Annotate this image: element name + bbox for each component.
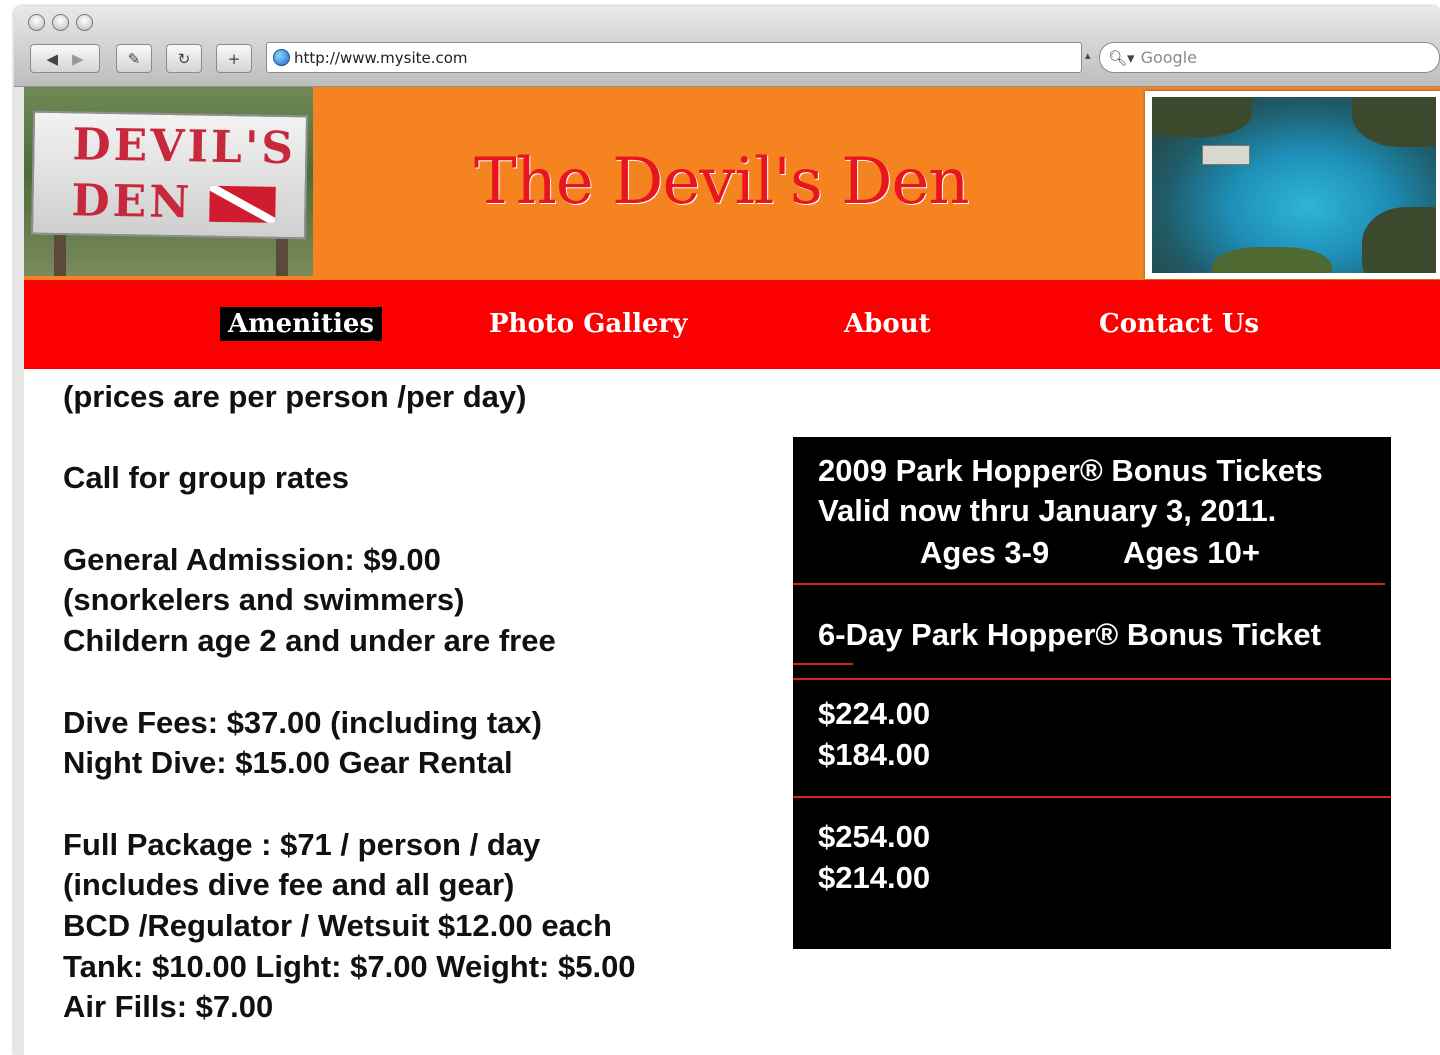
globe-icon [273,49,290,66]
dive-platform [1202,145,1250,165]
pencil-icon: ✎ [127,49,141,68]
sign-text-line2: DEN [71,175,193,229]
price-group-1: $224.00 $184.00 [818,693,930,775]
search-bar[interactable]: 🔍︎▾ Google [1099,42,1440,73]
browser-toolbar: ◀ ▶ ✎ ↻ + http://www.mysite.com ▴ 🔍︎▾ Go… [14,6,1440,87]
spring-photo-scene [1152,97,1436,273]
rock-shape [1212,247,1332,273]
park-hopper-ticket-panel: 2009 Park Hopper® Bonus Tickets Valid no… [793,437,1391,949]
ticket-heading-line2: Valid now thru January 3, 2011. [818,493,1277,528]
pricing-list: (prices are per person /per day) Call fo… [63,377,783,1028]
back-forward-buttons[interactable]: ◀ ▶ [30,44,100,73]
close-window-button[interactable] [28,14,45,31]
pricing-line: Air Fills: $7.00 [63,989,274,1025]
pricing-line: Call for group rates [63,460,349,496]
nav-about[interactable]: About [844,307,931,341]
ticket-heading-line1: 2009 Park Hopper® Bonus Tickets [818,453,1323,488]
pricing-line: (snorkelers and swimmers) [63,582,465,618]
rock-shape [1362,207,1436,273]
pricing-line: (prices are per person /per day) [63,379,527,414]
pricing-line: (includes dive fee and all gear) [63,867,515,903]
devils-den-sign-image: DEVIL'S DEN [24,87,313,276]
site-header: DEVIL'S DEN The Devil's Den [24,87,1440,280]
divider-line [793,583,1385,585]
plus-icon: + [227,49,241,68]
reload-icon: ↻ [177,49,191,68]
reload-button[interactable]: ↻ [166,44,202,73]
sign-board: DEVIL'S DEN [30,110,309,240]
price-value: $224.00 [818,696,931,731]
age-column-header-2: Ages 10+ [1123,535,1261,570]
search-placeholder[interactable]: Google [1141,48,1197,67]
site-title: The Devil's Den [474,145,970,219]
pricing-line: Dive Fees: $37.00 (including tax) [63,704,542,740]
back-arrow-icon[interactable]: ◀ [46,50,58,68]
pricing-line: Full Package : $71 / person / day [63,826,541,862]
browser-window: ◀ ▶ ✎ ↻ + http://www.mysite.com ▴ 🔍︎▾ Go… [14,6,1440,1055]
spring-photo [1145,91,1440,279]
edit-button[interactable]: ✎ [116,44,152,73]
price-value: $254.00 [818,819,931,854]
pricing-line: Tank: $10.00 Light: $7.00 Weight: $5.00 [63,948,636,984]
price-value: $214.00 [818,860,931,895]
zoom-window-button[interactable] [76,14,93,31]
pricing-line: BCD /Regulator / Wetsuit $12.00 each [63,908,612,944]
url-text[interactable]: http://www.mysite.com [294,49,468,67]
divider-line [793,796,1391,798]
minimize-window-button[interactable] [52,14,69,31]
url-dropdown-icon[interactable]: ▴ [1085,49,1091,62]
sign-text-line1: DEVIL'S [72,119,297,175]
divider-line [793,678,1391,680]
pricing-line: General Admission: $9.00 [63,541,441,577]
rock-shape [1352,97,1436,147]
ticket-name: 6-Day Park Hopper® Bonus Ticket [818,617,1321,652]
nav-photo-gallery[interactable]: Photo Gallery [489,307,687,341]
forward-arrow-icon[interactable]: ▶ [72,50,84,68]
ticket-heading: 2009 Park Hopper® Bonus Tickets Valid no… [818,451,1323,531]
nav-amenities[interactable]: Amenities [220,307,383,341]
web-page: DEVIL'S DEN The Devil's Den Amenities Ph… [24,87,1440,1055]
dive-flag-icon [209,185,276,223]
price-value: $184.00 [818,737,931,772]
add-bookmark-button[interactable]: + [216,44,252,73]
pricing-line: Night Dive: $15.00 Gear Rental [63,745,513,781]
price-group-2: $254.00 $214.00 [818,816,930,898]
nav-contact-us[interactable]: Contact Us [1099,307,1259,341]
address-bar[interactable]: http://www.mysite.com [266,42,1082,73]
age-column-header-1: Ages 3-9 [920,535,1050,570]
pricing-line: Childern age 2 and under are free [63,623,556,659]
divider-accent [793,663,853,665]
main-nav: Amenities Photo Gallery About Contact Us [24,280,1440,369]
rock-shape [1152,97,1252,137]
search-icon[interactable]: 🔍︎▾ [1108,49,1135,67]
